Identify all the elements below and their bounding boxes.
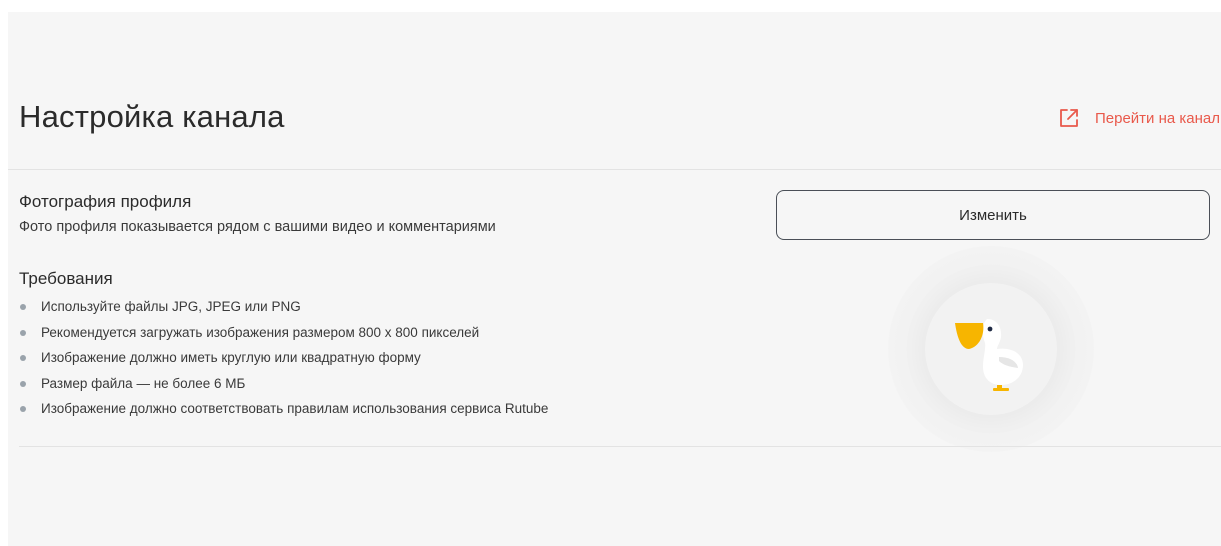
profile-photo-description: Фото профиля показывается рядом с вашими… bbox=[19, 219, 496, 235]
channel-settings-panel: Настройка канала Перейти на канал Фотогр… bbox=[8, 12, 1221, 546]
bullet-dot bbox=[20, 329, 26, 336]
bullet-dot bbox=[20, 304, 26, 310]
requirement-text: Используйте файлы JPG, JPEG или PNG bbox=[41, 299, 301, 314]
list-item: Изображение должно соответствовать прави… bbox=[19, 399, 548, 425]
list-item: Рекомендуется загружать изображения разм… bbox=[19, 323, 548, 349]
requirements-list: Используйте файлы JPG, JPEG или PNG Реко… bbox=[19, 297, 548, 425]
list-item: Размер файла — не более 6 МБ bbox=[19, 374, 548, 400]
requirements-title: Требования bbox=[19, 269, 113, 288]
requirement-text: Рекомендуется загружать изображения разм… bbox=[41, 324, 480, 340]
page-header: Настройка канала Перейти на канал bbox=[8, 12, 1221, 170]
change-photo-button[interactable]: Изменить bbox=[776, 190, 1210, 240]
avatar-halo bbox=[888, 246, 1094, 452]
bullet-dot bbox=[20, 380, 26, 387]
pelican-icon bbox=[955, 319, 1023, 391]
goto-channel-label: Перейти на канал bbox=[1095, 109, 1221, 127]
external-link-icon bbox=[1058, 107, 1080, 129]
list-item: Изображение должно иметь круглую или ква… bbox=[19, 348, 548, 374]
requirement-text: Изображение должно соответствовать прави… bbox=[41, 401, 549, 416]
requirement-text: Размер файла — не более 6 МБ bbox=[41, 375, 246, 391]
profile-photo-title: Фотография профиля bbox=[19, 192, 192, 211]
profile-photo-section: Фотография профиля Фото профиля показыва… bbox=[19, 192, 496, 235]
requirement-text: Изображение должно иметь круглую или ква… bbox=[41, 350, 421, 365]
avatar[interactable] bbox=[925, 283, 1057, 415]
bullet-dot bbox=[20, 355, 26, 361]
bullet-dot bbox=[20, 406, 26, 412]
section-divider bbox=[19, 446, 1221, 447]
goto-channel-link[interactable]: Перейти на канал bbox=[1058, 107, 1220, 129]
page-title: Настройка канала bbox=[19, 99, 285, 134]
list-item: Используйте файлы JPG, JPEG или PNG bbox=[19, 297, 548, 323]
